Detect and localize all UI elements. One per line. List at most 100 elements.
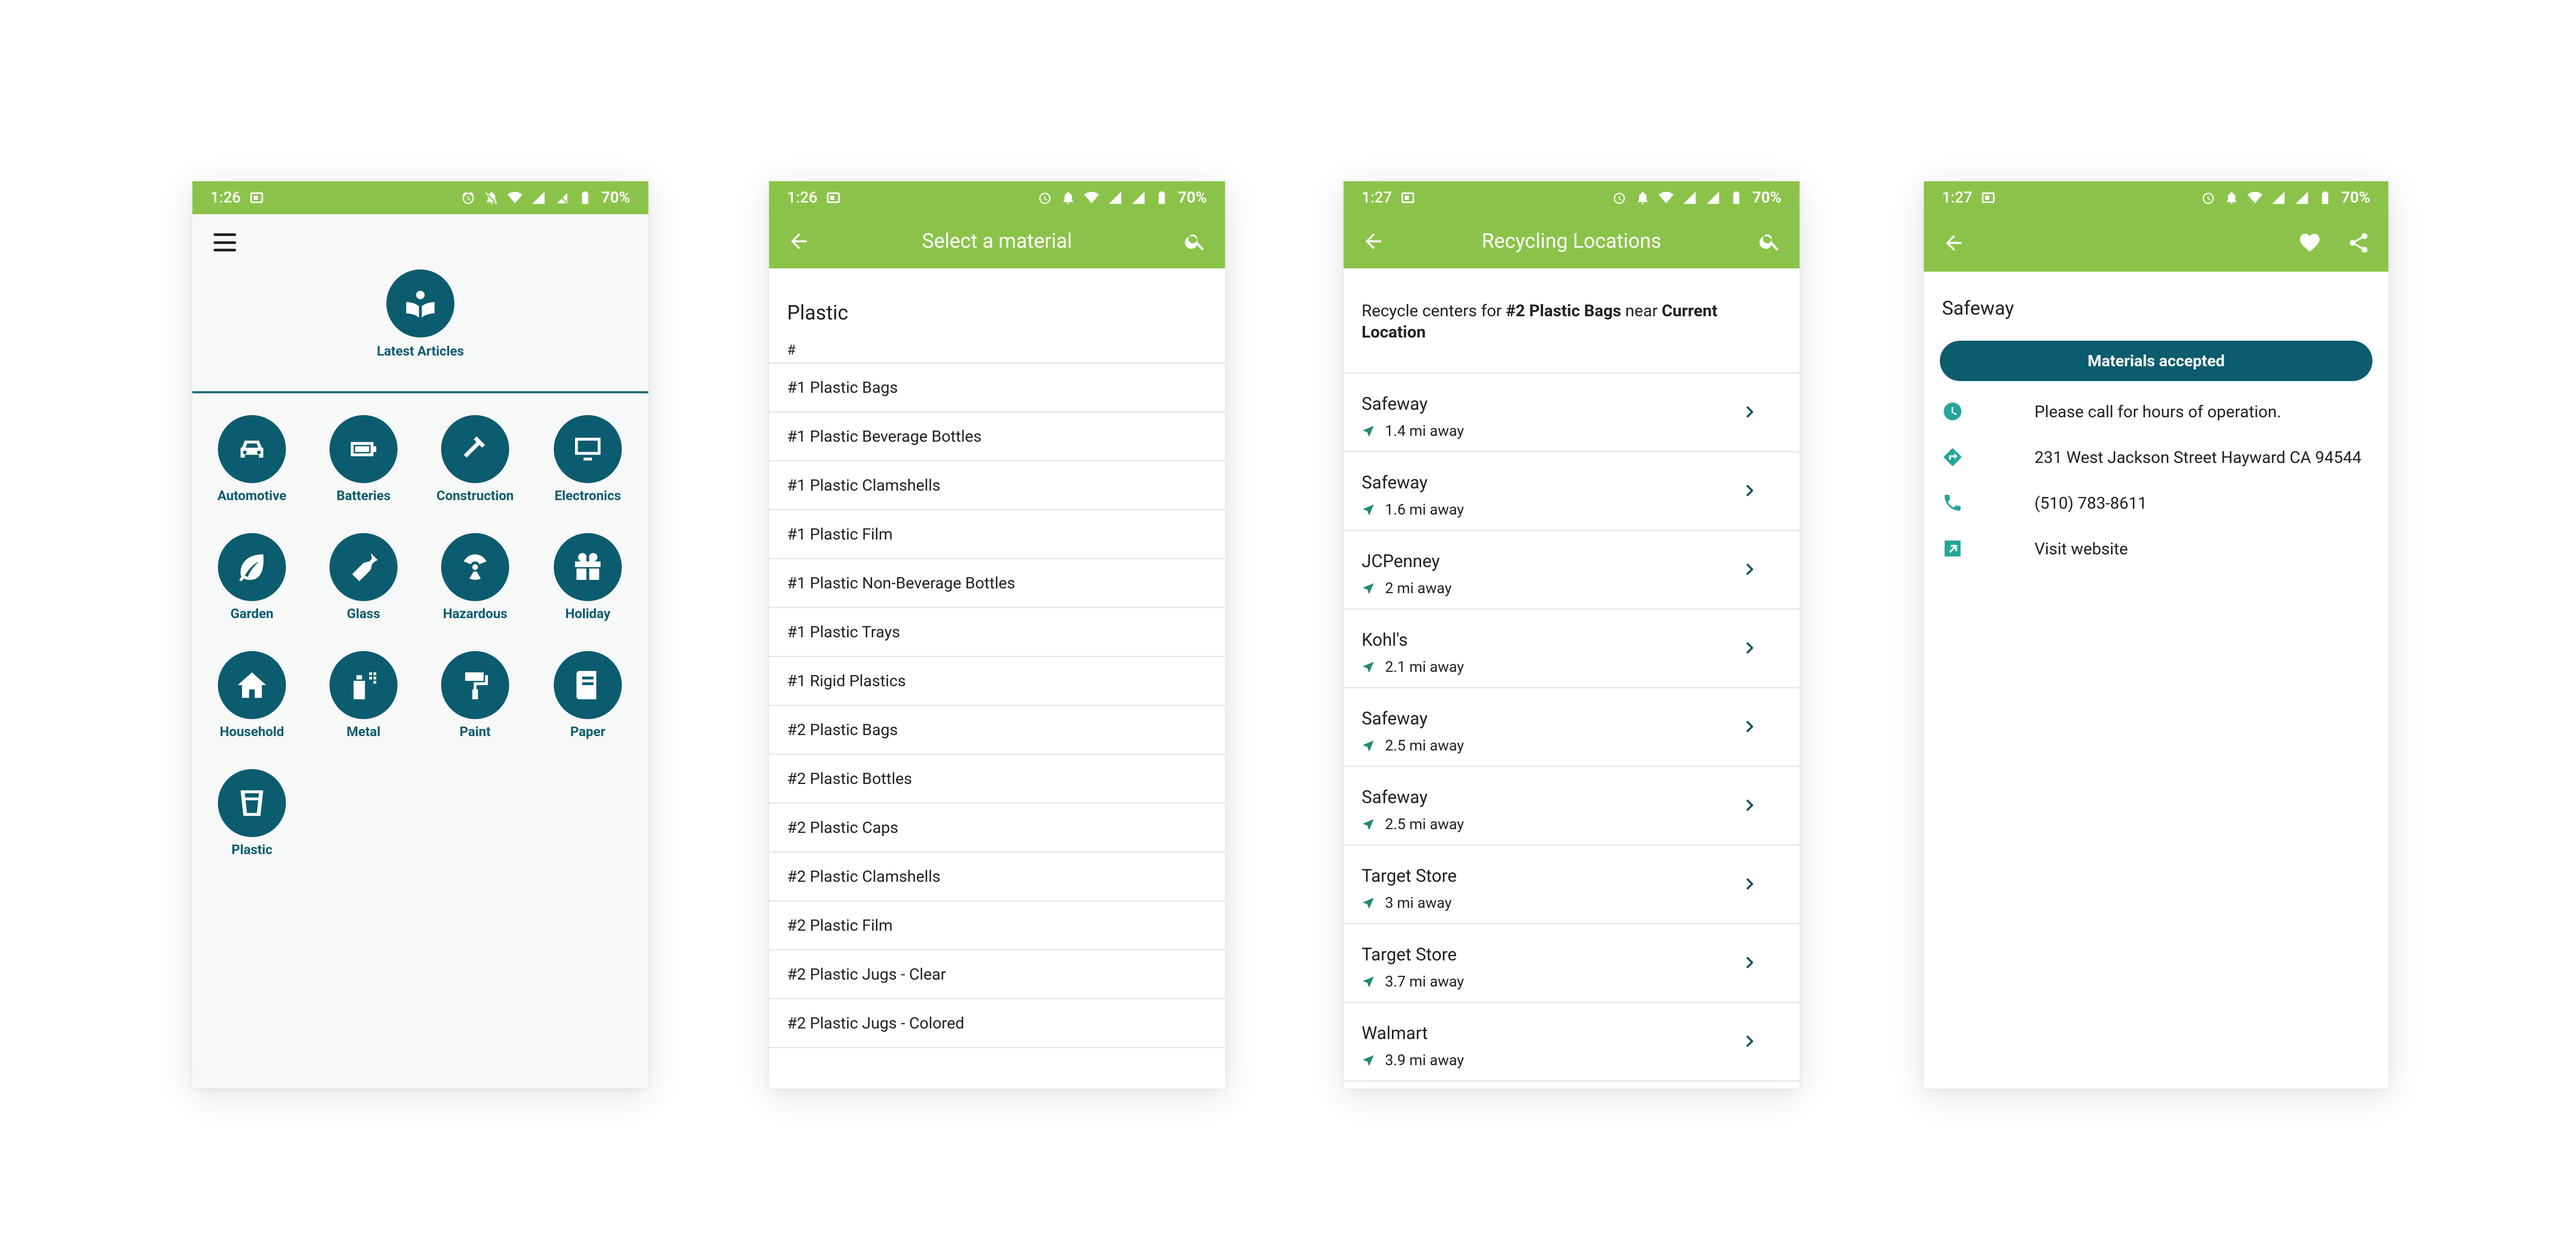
category-construction[interactable]: Construction bbox=[422, 415, 528, 504]
alarm-icon bbox=[1039, 192, 1051, 204]
chevron-right-icon bbox=[1738, 558, 1761, 581]
header-mid: near bbox=[1621, 301, 1662, 320]
chevron-right-icon bbox=[1738, 636, 1761, 660]
status-time: 1:26 bbox=[787, 189, 818, 207]
category-label: Paper bbox=[570, 724, 606, 740]
navigation-icon bbox=[1363, 583, 1374, 594]
mute-icon bbox=[2226, 191, 2237, 204]
material-item[interactable]: #2 Plastic Caps bbox=[769, 804, 1225, 853]
navigation-icon bbox=[1363, 819, 1374, 830]
category-hazardous[interactable]: Hazardous bbox=[422, 533, 528, 622]
category-plastic[interactable]: Plastic bbox=[199, 769, 305, 858]
category-paper[interactable]: Paper bbox=[535, 651, 641, 740]
location-item[interactable]: Target Store 3.7 mi away bbox=[1344, 924, 1800, 1003]
distance-text: 3.9 mi away bbox=[1385, 1051, 1464, 1069]
category-glass[interactable]: Glass bbox=[310, 533, 417, 622]
location-name: JCPenney bbox=[1362, 551, 1440, 572]
material-item[interactable]: #1 Plastic Trays bbox=[769, 608, 1225, 657]
location-name: Walmart bbox=[1362, 1023, 1428, 1044]
material-item[interactable]: #1 Rigid Plastics bbox=[769, 657, 1225, 706]
material-item[interactable]: #2 Plastic Jugs - Clear bbox=[769, 950, 1225, 999]
category-label: Household bbox=[219, 724, 284, 740]
category-holiday[interactable]: Holiday bbox=[535, 533, 641, 622]
category-electronics[interactable]: Electronics bbox=[535, 415, 641, 504]
battery-percent: 70% bbox=[1752, 189, 1781, 207]
material-item[interactable]: #1 Plastic Bags bbox=[769, 364, 1225, 412]
menu-icon[interactable] bbox=[214, 233, 236, 251]
materials-accepted-button[interactable]: Materials accepted bbox=[1940, 341, 2372, 381]
sim-icon bbox=[1401, 192, 1415, 203]
navigation-icon bbox=[1363, 661, 1374, 672]
category-household[interactable]: Household bbox=[199, 651, 305, 740]
phone-row[interactable]: (510) 783-8611 bbox=[1924, 480, 2388, 526]
distance-text: 1.6 mi away bbox=[1385, 501, 1464, 518]
wifi-icon bbox=[1084, 191, 1100, 204]
search-icon[interactable] bbox=[1184, 230, 1207, 253]
material-item[interactable]: #1 Plastic Beverage Bottles bbox=[769, 412, 1225, 461]
status-bar: 1:27 70% bbox=[1924, 181, 2388, 214]
location-distance: 3.7 mi away bbox=[1362, 973, 1781, 990]
signal-icon-2 bbox=[2295, 191, 2308, 204]
category-paint[interactable]: Paint bbox=[422, 651, 528, 740]
location-name: Safeway bbox=[1362, 473, 1428, 493]
latest-articles-label: Latest Articles bbox=[376, 344, 464, 359]
material-section-title: Plastic bbox=[787, 301, 849, 325]
book-icon bbox=[576, 671, 596, 699]
website-row[interactable]: Visit website bbox=[1924, 526, 2388, 571]
location-distance: 2.1 mi away bbox=[1362, 658, 1781, 676]
location-item[interactable]: Walmart 3.9 mi away bbox=[1344, 1003, 1800, 1082]
back-arrow-icon[interactable] bbox=[1942, 231, 1965, 255]
car-icon bbox=[240, 441, 264, 458]
address-row[interactable]: 231 West Jackson Street Hayward CA 94544 bbox=[1924, 434, 2388, 480]
location-item[interactable]: Target Store 3 mi away bbox=[1344, 846, 1800, 924]
material-item[interactable]: #1 Plastic Non-Beverage Bottles bbox=[769, 559, 1225, 608]
location-item[interactable]: Safeway 2.5 mi away bbox=[1344, 688, 1800, 767]
location-distance: 2.5 mi away bbox=[1362, 737, 1781, 754]
home-screen: 1:26 70% Latest Articles Automotive Batt… bbox=[192, 181, 648, 1089]
battery-status-icon bbox=[2322, 191, 2329, 204]
location-item[interactable]: JCPenney 2 mi away bbox=[1344, 531, 1800, 610]
share-icon[interactable] bbox=[2347, 231, 2370, 255]
clock-icon bbox=[1944, 402, 1962, 420]
articles-circle bbox=[386, 269, 454, 338]
paint-roller-icon bbox=[465, 672, 488, 699]
category-garden[interactable]: Garden bbox=[199, 533, 305, 622]
signal-icon bbox=[532, 191, 545, 204]
status-icons: 70% bbox=[1037, 189, 1207, 207]
heart-icon[interactable] bbox=[2298, 231, 2321, 255]
location-item[interactable]: Safeway 1.4 mi away bbox=[1344, 374, 1800, 452]
category-label: Batteries bbox=[336, 488, 391, 504]
status-time: 1:27 bbox=[1942, 189, 1973, 207]
distance-text: 2.1 mi away bbox=[1385, 658, 1464, 676]
material-item[interactable]: #2 Plastic Bottles bbox=[769, 755, 1225, 804]
location-title: Safeway bbox=[1942, 297, 2014, 319]
chevron-right-icon bbox=[1738, 794, 1761, 817]
alarm-icon bbox=[2202, 192, 2214, 204]
category-metal[interactable]: Metal bbox=[310, 651, 417, 740]
location-item[interactable]: Safeway 1.6 mi away bbox=[1344, 452, 1800, 531]
material-item[interactable]: #2 Plastic Jugs - Colored bbox=[769, 999, 1225, 1048]
battery-percent: 70% bbox=[601, 189, 630, 207]
status-bar: 1:27 70% bbox=[1344, 181, 1800, 214]
search-icon[interactable] bbox=[1758, 230, 1781, 253]
back-arrow-icon[interactable] bbox=[1362, 230, 1385, 253]
location-item[interactable]: Safeway 2.5 mi away bbox=[1344, 767, 1800, 846]
latest-articles-button[interactable]: Latest Articles bbox=[377, 269, 464, 359]
material-item[interactable]: #2 Plastic Clamshells bbox=[769, 853, 1225, 901]
mute-icon bbox=[485, 191, 497, 205]
material-item[interactable]: #2 Plastic Film bbox=[769, 901, 1225, 950]
hours-text: Please call for hours of operation. bbox=[2034, 401, 2282, 421]
material-item[interactable]: #1 Plastic Film bbox=[769, 510, 1225, 559]
status-time: 1:26 bbox=[210, 189, 241, 207]
header-material: #2 Plastic Bags bbox=[1506, 301, 1621, 320]
signal-icon-2 bbox=[1707, 191, 1719, 204]
website-link[interactable]: Visit website bbox=[2034, 539, 2128, 559]
chevron-right-icon bbox=[1738, 1030, 1761, 1053]
gift-icon bbox=[575, 553, 601, 580]
material-item[interactable]: #1 Plastic Clamshells bbox=[769, 461, 1225, 510]
material-item[interactable]: #2 Plastic Bags bbox=[769, 706, 1225, 755]
location-item[interactable]: Kohl's 2.1 mi away bbox=[1344, 610, 1800, 688]
category-batteries[interactable]: Batteries bbox=[310, 415, 417, 504]
back-arrow-icon[interactable] bbox=[787, 230, 810, 253]
category-automotive[interactable]: Automotive bbox=[199, 415, 305, 504]
